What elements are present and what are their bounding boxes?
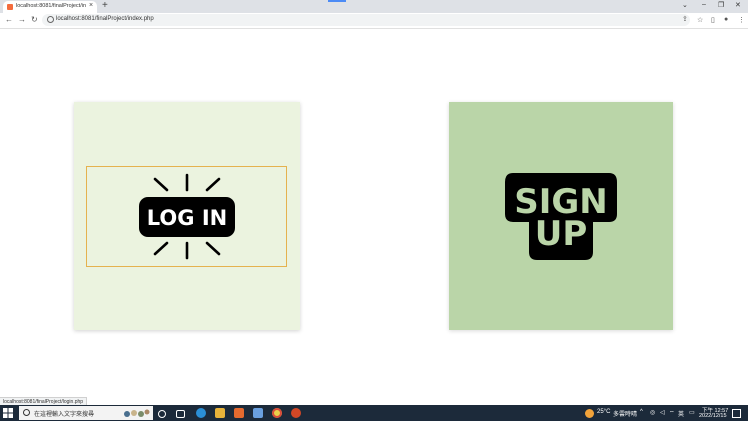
- tab-title: localhost:8081/finalProject/index.php: [16, 3, 86, 9]
- network-icon[interactable]: ◎: [650, 409, 655, 416]
- show-hidden-icons[interactable]: ^: [640, 409, 643, 415]
- minimize-button[interactable]: –: [702, 1, 706, 8]
- login-card[interactable]: LOG IN: [74, 102, 300, 330]
- taskbar-search-box[interactable]: 在這裡輸入文字來搜尋: [19, 406, 153, 420]
- search-highlight-image: [120, 408, 152, 418]
- url-text[interactable]: localhost:8081/finalProject/index.php: [56, 16, 154, 22]
- reload-button[interactable]: ↻: [31, 15, 38, 24]
- clock-date[interactable]: 2022/12/15: [699, 413, 727, 419]
- search-icon: [23, 409, 30, 416]
- favicon-icon: [7, 4, 13, 10]
- browser-tab[interactable]: localhost:8081/finalProject/index.php ×: [3, 1, 97, 13]
- login-icon: LOG IN: [139, 173, 235, 260]
- task-view-icon[interactable]: [176, 410, 185, 418]
- edge-icon[interactable]: [196, 408, 206, 418]
- login-label: LOG IN: [147, 206, 227, 230]
- weather-icon[interactable]: [585, 409, 594, 418]
- menu-icon[interactable]: ⋮: [738, 16, 745, 24]
- address-bar[interactable]: localhost:8081/finalProject/index.php ⇪: [42, 14, 690, 26]
- close-window-button[interactable]: ✕: [735, 1, 741, 9]
- cortana-icon[interactable]: [158, 410, 166, 418]
- tab-search-button[interactable]: ⌄: [682, 1, 688, 9]
- new-tab-button[interactable]: +: [102, 0, 108, 11]
- side-panel-icon[interactable]: ▯: [711, 16, 715, 24]
- signup-card[interactable]: SIGN UP: [449, 102, 673, 330]
- profile-icon[interactable]: ●: [724, 16, 728, 23]
- file-explorer-icon[interactable]: [215, 408, 225, 418]
- site-info-icon[interactable]: [47, 16, 54, 23]
- volume-icon[interactable]: ◁: [660, 409, 665, 416]
- share-icon[interactable]: ⇪: [682, 15, 688, 23]
- signup-label-line2: UP: [535, 214, 588, 254]
- forward-button[interactable]: →: [18, 15, 26, 24]
- powerpoint-icon[interactable]: [291, 408, 301, 418]
- notification-icon[interactable]: [732, 409, 741, 418]
- wifi-icon[interactable]: ⌔: [669, 409, 675, 417]
- browser-toolbar: ← → ↻ localhost:8081/finalProject/index.…: [0, 13, 748, 29]
- input-language[interactable]: 英: [678, 409, 684, 418]
- login-link-frame[interactable]: LOG IN: [86, 166, 287, 267]
- tab-close-icon[interactable]: ×: [89, 2, 93, 9]
- bookmark-star-icon[interactable]: ☆: [697, 16, 703, 24]
- weather-condition[interactable]: 多雲時晴: [613, 409, 637, 418]
- start-button[interactable]: [3, 408, 13, 418]
- temperature[interactable]: 25°C: [597, 409, 610, 415]
- search-placeholder: 在這裡輸入文字來搜尋: [34, 412, 95, 418]
- signup-icon: SIGN UP: [505, 173, 617, 260]
- chrome-icon[interactable]: [272, 408, 282, 418]
- xampp-icon[interactable]: [234, 408, 244, 418]
- app-icon[interactable]: [253, 408, 263, 418]
- windows-taskbar: 在這裡輸入文字來搜尋 25°C 多雲時晴 ^ ◎ ◁ ⌔ 英 ▭ 下午 12:5…: [0, 405, 748, 421]
- keyboard-icon[interactable]: ▭: [689, 409, 695, 416]
- tab-drag-indicator: [328, 0, 346, 2]
- back-button[interactable]: ←: [5, 15, 13, 24]
- maximize-button[interactable]: ❐: [718, 1, 724, 9]
- tab-strip: localhost:8081/finalProject/index.php × …: [0, 0, 748, 13]
